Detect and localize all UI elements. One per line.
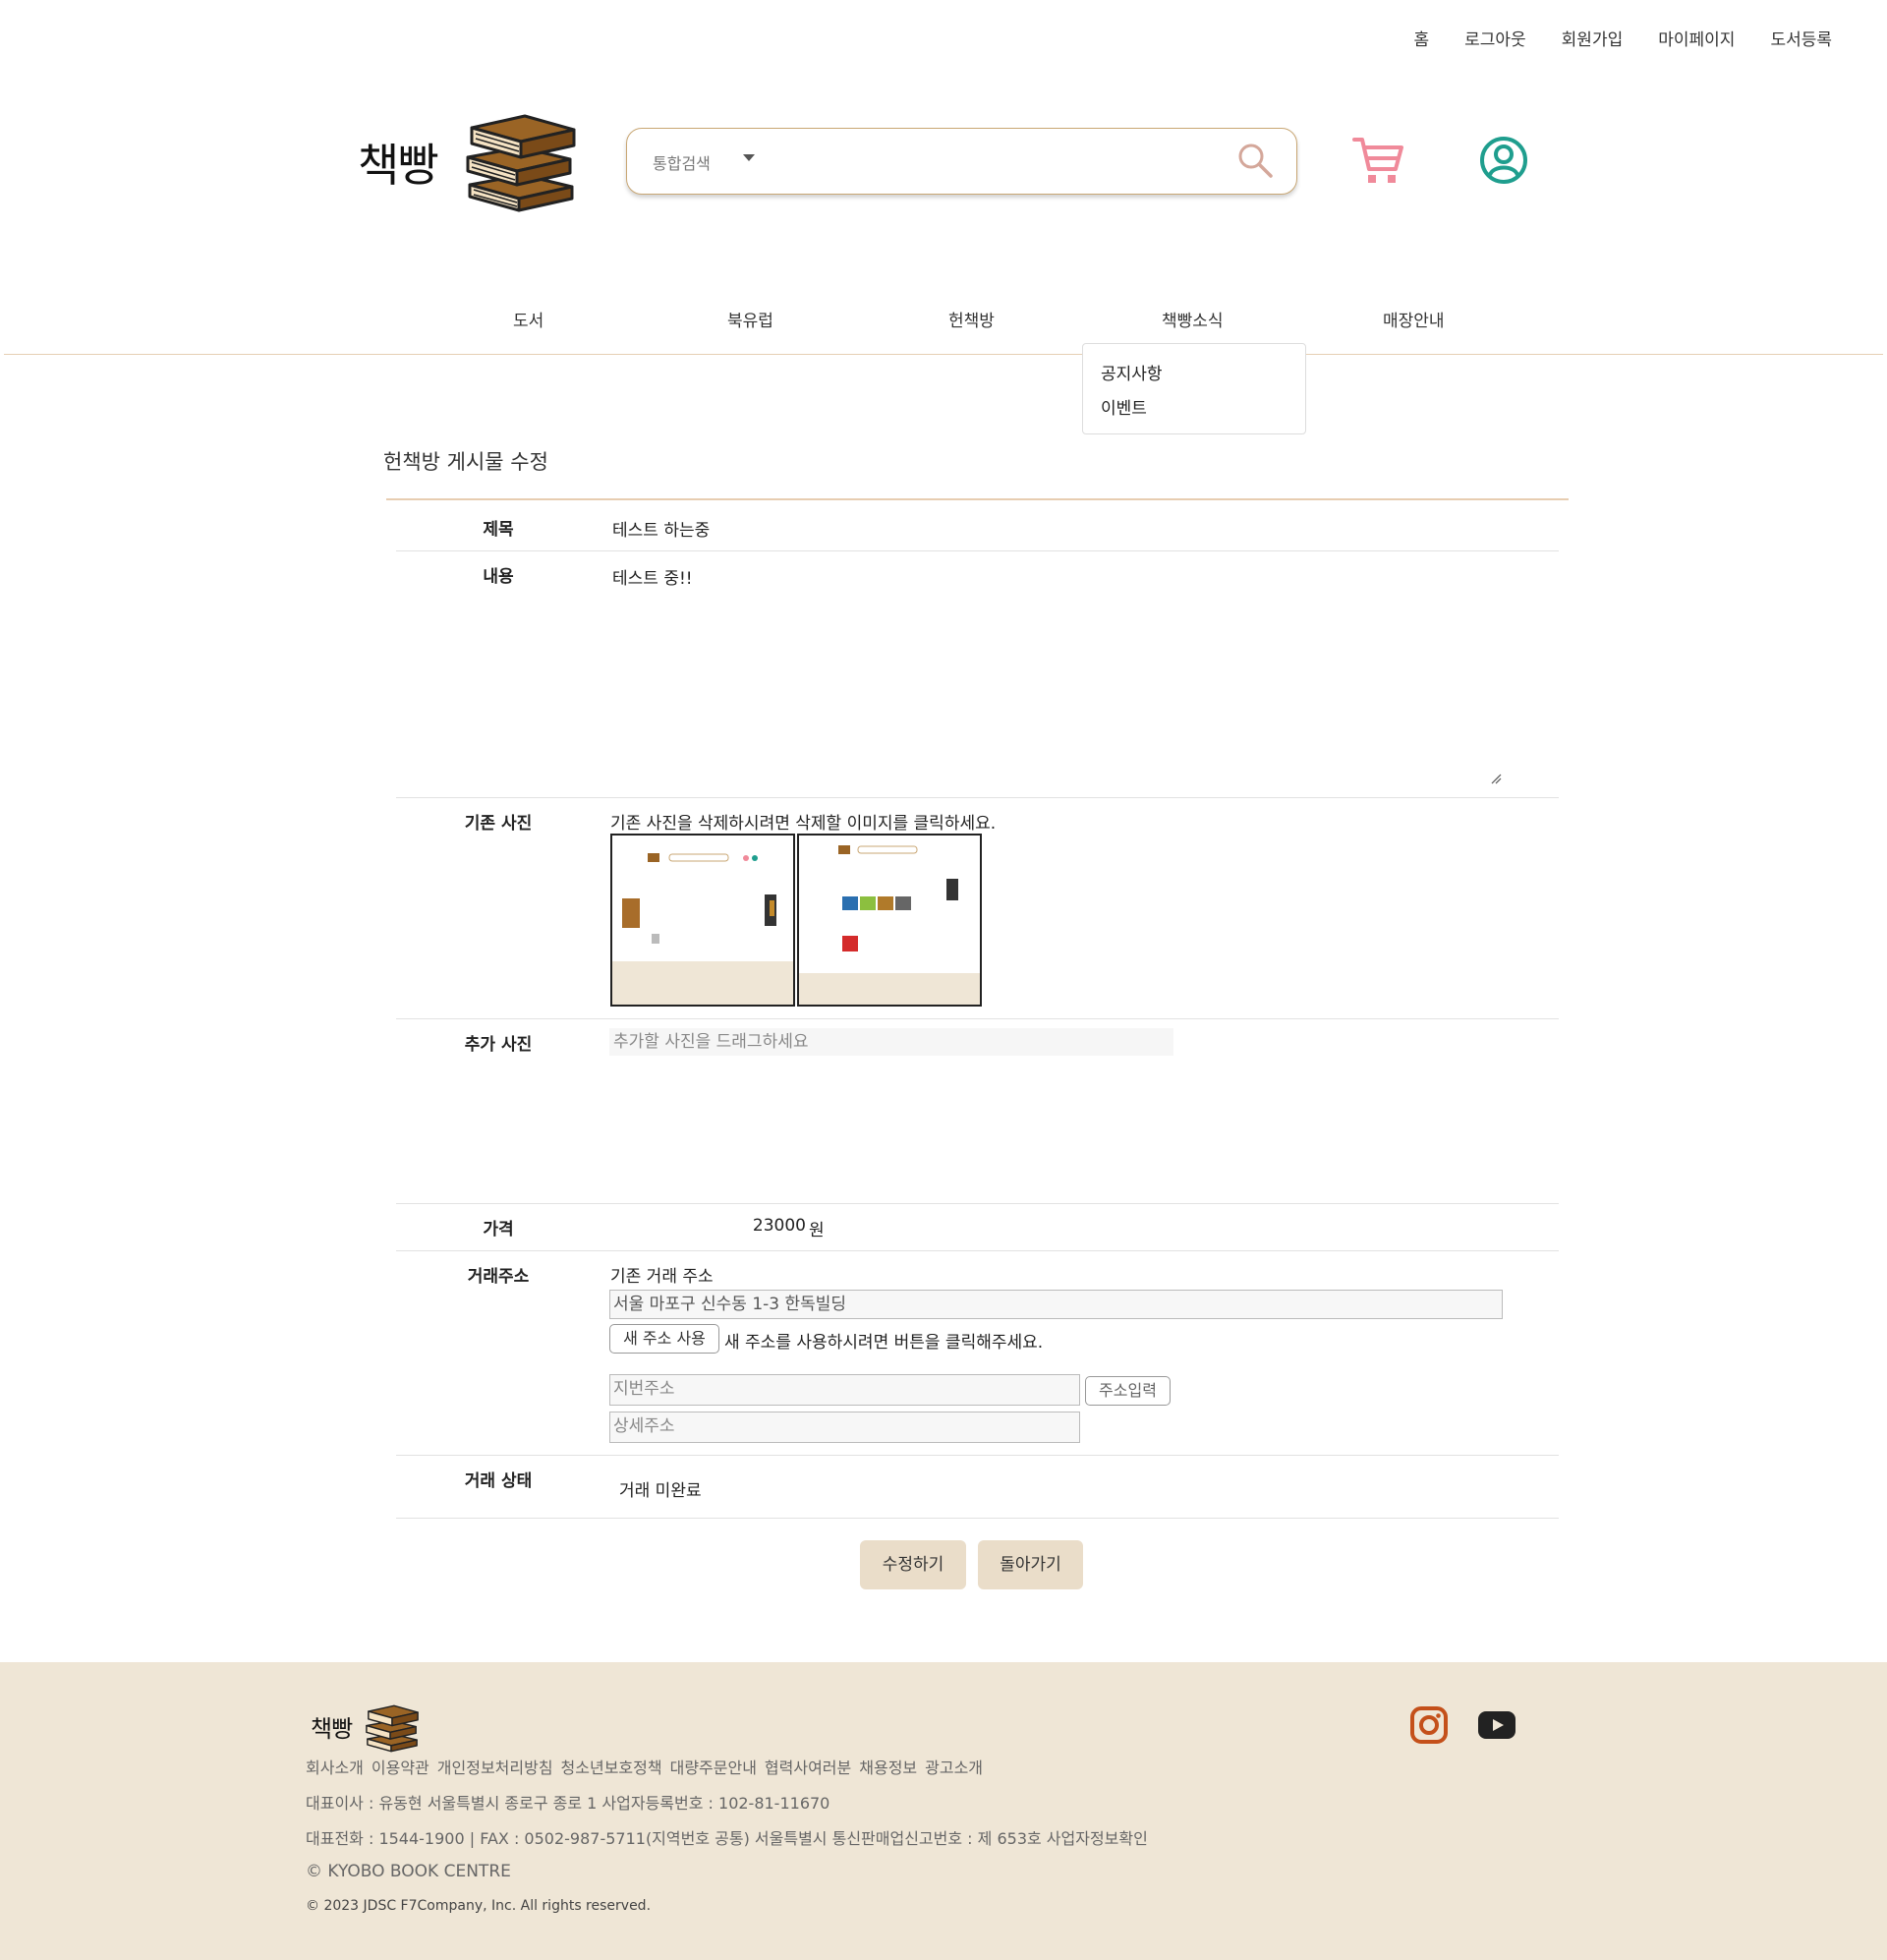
nav-register-book-link[interactable]: 도서등록	[1770, 26, 1832, 50]
footer: 책빵 회사소개 이용약관 개인정보처리방침 청소년보호정책 대량주문안내 협력사…	[0, 1662, 1887, 1960]
nav-home-link[interactable]: 홈	[1413, 26, 1429, 50]
row-divider	[396, 1250, 1559, 1251]
add-photo-label: 추가 사진	[464, 1035, 533, 1055]
page-title: 헌책방 게시물 수정	[383, 450, 548, 474]
cart-icon[interactable]	[1352, 134, 1403, 191]
youtube-icon[interactable]	[1478, 1711, 1515, 1743]
existing-photo-thumbnail[interactable]	[610, 834, 795, 1007]
footer-copyright-kyobo: © KYOBO BOOK CENTRE	[306, 1862, 511, 1881]
existing-address-field: 서울 마포구 신수동 1-3 한독빌딩	[609, 1290, 1503, 1319]
price-input[interactable]: 23000	[747, 1216, 806, 1236]
content-textarea[interactable]: 테스트 중!!	[612, 564, 1502, 784]
row-divider	[396, 1455, 1559, 1456]
footer-link-terms[interactable]: 이용약관	[372, 1755, 429, 1778]
price-label: 가격	[483, 1220, 514, 1239]
content-label: 내용	[483, 567, 514, 587]
row-divider	[396, 1018, 1559, 1019]
status-value[interactable]: 거래 미완료	[619, 1476, 702, 1501]
content-text: 테스트 중!!	[612, 569, 693, 589]
submit-button[interactable]: 수정하기	[860, 1540, 966, 1589]
search-bar: 통합검색	[626, 128, 1297, 195]
book-stack-icon	[466, 114, 576, 212]
footer-link-company[interactable]: 회사소개	[306, 1755, 364, 1778]
row-divider	[396, 797, 1559, 798]
address-label: 거래주소	[467, 1267, 530, 1287]
logo-text: 책빵	[358, 139, 439, 192]
price-unit: 원	[809, 1221, 825, 1240]
row-divider	[396, 550, 1559, 551]
footer-link-ads[interactable]: 광고소개	[925, 1755, 983, 1778]
detail-address-input[interactable]: 상세주소	[609, 1412, 1080, 1443]
user-icon[interactable]	[1479, 136, 1528, 189]
search-category-select[interactable]: 통합검색	[653, 150, 711, 174]
footer-link-careers[interactable]: 채용정보	[859, 1755, 917, 1778]
existing-photo-label: 기존 사진	[464, 814, 533, 834]
nav-divider	[4, 354, 1883, 355]
row-divider	[396, 1518, 1559, 1519]
book-stack-icon	[366, 1704, 419, 1753]
footer-logo[interactable]: 책빵	[311, 1701, 429, 1757]
nav-logout-link[interactable]: 로그아웃	[1464, 26, 1526, 50]
dropdown-item-event[interactable]: 이벤트	[1101, 394, 1147, 419]
main-nav-nordic[interactable]: 북유럽	[727, 307, 773, 331]
footer-contact-info: 대표전화 : 1544-1900 | FAX : 0502-987-5711(지…	[306, 1829, 1148, 1848]
footer-link-privacy[interactable]: 개인정보처리방침	[437, 1755, 553, 1778]
new-address-hint: 새 주소를 사용하시려면 버튼을 클릭해주세요.	[724, 1333, 1044, 1353]
footer-link-youth[interactable]: 청소년보호정책	[561, 1755, 662, 1778]
search-icon[interactable]	[1235, 141, 1275, 184]
main-nav: 도서 북유럽 헌책방 책빵소식 매장안내	[0, 307, 1887, 336]
main-nav-books[interactable]: 도서	[513, 307, 543, 331]
title-divider	[386, 498, 1569, 500]
nav-mypage-link[interactable]: 마이페이지	[1658, 26, 1735, 50]
footer-copyright: © 2023 JDSC F7Company, Inc. All rights r…	[306, 1898, 652, 1914]
existing-address-title: 기존 거래 주소	[610, 1267, 714, 1287]
news-dropdown-menu: 공지사항 이벤트	[1082, 343, 1306, 434]
footer-company-info: 대표이사 : 유동현 서울특별시 종로구 종로 1 사업자등록번호 : 102-…	[306, 1794, 830, 1813]
main-nav-used-books[interactable]: 헌책방	[948, 307, 995, 331]
photo-dropzone[interactable]: 추가할 사진을 드래그하세요	[609, 1028, 1173, 1056]
footer-link-bulk-order[interactable]: 대량주문안내	[670, 1755, 757, 1778]
footer-links: 회사소개 이용약관 개인정보처리방침 청소년보호정책 대량주문안내 협력사여러분…	[306, 1755, 983, 1778]
back-button[interactable]: 돌아가기	[978, 1540, 1083, 1589]
site-logo[interactable]: 책빵	[358, 108, 584, 216]
existing-photo-hint: 기존 사진을 삭제하시려면 삭제할 이미지를 클릭하세요.	[610, 814, 997, 834]
chevron-down-icon[interactable]	[743, 154, 755, 161]
main-nav-store-info[interactable]: 매장안내	[1383, 307, 1445, 331]
new-address-button[interactable]: 새 주소 사용	[609, 1324, 719, 1354]
nav-signup-link[interactable]: 회원가입	[1562, 26, 1624, 50]
address-input-button[interactable]: 주소입력	[1085, 1376, 1171, 1406]
status-label: 거래 상태	[464, 1471, 533, 1491]
row-divider	[396, 1203, 1559, 1204]
resize-handle-icon[interactable]	[1490, 773, 1502, 784]
main-nav-news[interactable]: 책빵소식	[1162, 307, 1224, 331]
title-input[interactable]: 테스트 하는중	[612, 516, 1497, 541]
dropdown-item-notice[interactable]: 공지사항	[1101, 360, 1163, 384]
top-nav: 홈 로그아웃 회원가입 마이페이지 도서등록	[1413, 26, 1832, 50]
lot-address-input[interactable]: 지번주소	[609, 1374, 1080, 1406]
title-label: 제목	[483, 520, 514, 540]
existing-photo-thumbnail[interactable]	[797, 834, 982, 1007]
instagram-icon[interactable]	[1410, 1706, 1448, 1748]
footer-logo-text: 책빵	[311, 1715, 353, 1743]
footer-link-partners[interactable]: 협력사여러분	[765, 1755, 851, 1778]
